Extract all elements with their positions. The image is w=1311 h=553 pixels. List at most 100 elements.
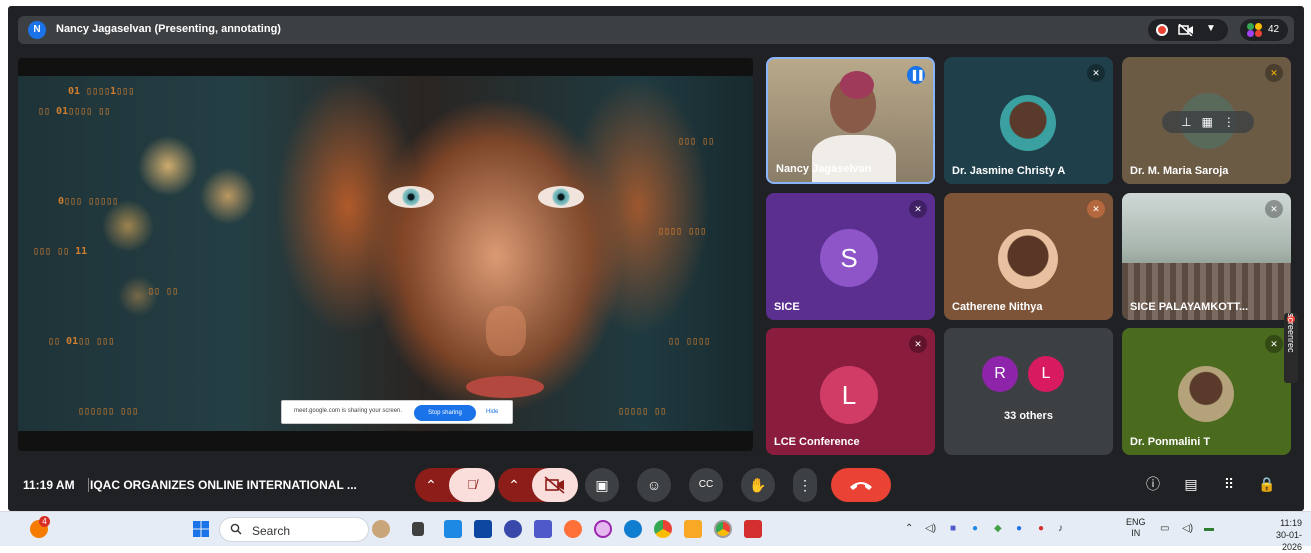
record-tray-icon[interactable]: ● (1038, 523, 1044, 534)
recording-icon (1156, 24, 1168, 36)
nose (486, 306, 526, 356)
participant-name: Dr. Jasmine Christy A (952, 165, 1066, 177)
volume-icon[interactable]: ◁) (925, 523, 936, 534)
participant-video (840, 71, 874, 99)
participant-avatar: S (820, 229, 878, 287)
others-count-label: 33 others (1004, 410, 1053, 422)
camera-options-chevron-icon[interactable]: ⌃ (498, 468, 530, 502)
teams-tray-icon[interactable]: ■ (950, 523, 956, 534)
captions-button[interactable]: CC (689, 468, 723, 502)
participant-count: 42 (1268, 24, 1280, 35)
hide-link[interactable]: Hide (486, 409, 498, 415)
windows-start-icon[interactable] (192, 520, 210, 538)
edge-icon[interactable] (624, 520, 642, 538)
speaking-icon: ▐▐ (907, 66, 925, 84)
task-view-icon[interactable] (412, 522, 424, 536)
photos-app-icon[interactable] (444, 520, 462, 538)
participant-avatar: R (982, 356, 1018, 392)
screenrec-label: screenrec (1286, 313, 1296, 353)
region-code: IN (1131, 528, 1141, 538)
camera-off-icon (1178, 23, 1194, 39)
code-fragment: ▯▯▯ ▯▯ 11 (33, 246, 88, 257)
activities-icon[interactable]: ⠿ (1218, 473, 1240, 495)
phone-hangup-icon (850, 482, 872, 490)
chat-icon[interactable]: ▤ (1180, 473, 1202, 495)
tile-hover-controls[interactable]: ⊥ ▦ ⋮ (1162, 111, 1254, 133)
language-code: ENG (1126, 517, 1146, 527)
present-screen-button[interactable]: ▣ (585, 468, 619, 502)
left-eye (388, 186, 434, 208)
meeting-time: 11:19 AM (23, 478, 75, 492)
info-icon[interactable]: ⓘ (1142, 473, 1164, 495)
others-tile[interactable]: R L 33 others (944, 328, 1113, 455)
search-placeholder: Search (252, 524, 291, 538)
code-fragment: ▯▯ 01▯▯ ▯▯▯ (48, 336, 115, 347)
participant-tile[interactable]: S ✕ SICE (766, 193, 935, 320)
sharing-banner: meet.google.com is sharing your screen. … (281, 400, 513, 424)
weather-widget-icon[interactable]: 4 (30, 516, 50, 538)
participant-name: SICE (774, 301, 800, 313)
tray-app-icon[interactable]: ◆ (994, 523, 1002, 534)
code-fragment: ▯▯▯▯ ▯▯▯ (658, 226, 707, 237)
whatsapp-icon[interactable] (594, 520, 612, 538)
pdf-reader-icon[interactable] (744, 520, 762, 538)
recording-controls[interactable]: ▼ (1148, 19, 1228, 41)
end-call-button[interactable] (831, 468, 891, 502)
participant-tile[interactable]: ✕ SICE PALAYAMKOTT... (1122, 193, 1291, 320)
mic-off-icon: ✕ (909, 335, 927, 353)
participants-button[interactable]: 42 (1240, 19, 1288, 41)
shared-screen: 01 ▯▯▯▯1▯▯▯ ▯▯ 01▯▯▯▯ ▯▯ 0▯▯▯ ▯▯▯▯▯ ▯▯▯ … (18, 58, 753, 451)
mic-options-chevron-icon[interactable]: ⌃ (415, 468, 447, 502)
mic-control-group: ⌃ 🎙̸ (415, 468, 495, 502)
chrome-icon[interactable] (654, 520, 672, 538)
participant-name: Dr. M. Maria Saroja (1130, 165, 1229, 177)
chevron-up-icon[interactable]: ⌃ (905, 523, 913, 534)
code-fragment: ▯▯ 01▯▯▯▯ ▯▯ (38, 106, 111, 117)
screenrec-tab[interactable]: screenrec (1284, 313, 1298, 383)
viber-icon[interactable] (504, 520, 522, 538)
taskbar-search-input[interactable]: Search (219, 517, 369, 542)
more-options-button[interactable]: ⋮ (793, 468, 817, 502)
file-explorer-icon[interactable] (684, 520, 702, 538)
participant-name: SICE PALAYAMKOTT... (1130, 301, 1249, 313)
sharing-banner-text: meet.google.com is sharing your screen. (294, 408, 403, 414)
code-fragment: ▯▯▯▯▯ ▯▯ (618, 406, 667, 417)
presenter-label: Nancy Jagaselvan (Presenting, annotating… (56, 23, 281, 35)
teams-icon[interactable] (534, 520, 552, 538)
mouth (466, 376, 544, 398)
participant-tile[interactable]: ✕ Catherene Nithya (944, 193, 1113, 320)
mic-off-icon: ✕ (1265, 64, 1283, 82)
participant-tile[interactable]: L ✕ LCE Conference (766, 328, 935, 455)
screen: N Nancy Jagaselvan (Presenting, annotati… (0, 0, 1311, 552)
host-controls-icon[interactable]: 🔒 (1256, 473, 1278, 495)
firefox-icon[interactable] (564, 520, 582, 538)
chrome-active-icon[interactable] (714, 520, 732, 538)
participant-name: LCE Conference (774, 436, 860, 448)
mic-off-icon: ✕ (1265, 335, 1283, 353)
raise-hand-button[interactable]: ✋ (741, 468, 775, 502)
speaker-icon[interactable]: ◁) (1182, 523, 1193, 534)
participant-avatar: L (1028, 356, 1064, 392)
app-icon[interactable] (474, 520, 492, 538)
battery-icon[interactable]: ▬ (1204, 523, 1214, 534)
system-clock[interactable]: 11:19 30-01-2026 (1262, 517, 1302, 553)
tray-app-icon[interactable]: ● (1016, 523, 1022, 534)
camera-off-button[interactable] (532, 468, 578, 502)
chevron-down-icon[interactable]: ▼ (1206, 23, 1216, 34)
stop-sharing-button[interactable]: Stop sharing (414, 405, 476, 421)
participant-tile[interactable]: ▐▐ Nancy Jagaselvan (766, 57, 935, 184)
participant-name: Catherene Nithya (952, 301, 1043, 313)
participant-tile[interactable]: ✕ Dr. Ponmalini T (1122, 328, 1291, 455)
windows-taskbar: 4 Search ⌃ ◁) ■ ● ◆ ● ● ♪ ENG IN ▭ ◁) ▬ … (0, 511, 1311, 552)
meeting-title: IQAC ORGANIZES ONLINE INTERNATIONAL ... (90, 478, 357, 492)
emoji-reaction-button[interactable]: ☺ (637, 468, 671, 502)
participant-tile[interactable]: ✕ Dr. Jasmine Christy A (944, 57, 1113, 184)
participant-tile[interactable]: ⊥ ▦ ⋮ ✕ Dr. M. Maria Saroja (1122, 57, 1291, 184)
microphone-icon[interactable]: ♪ (1058, 523, 1063, 534)
copilot-widget-icon[interactable] (372, 520, 390, 538)
tray-app-icon[interactable]: ● (972, 523, 978, 534)
code-fragment: ▯▯▯▯▯▯ ▯▯▯ (78, 406, 139, 417)
mic-off-button[interactable]: 🎙̸ (449, 468, 495, 502)
network-icon[interactable]: ▭ (1160, 523, 1169, 534)
language-indicator[interactable]: ENG IN (1126, 517, 1146, 539)
